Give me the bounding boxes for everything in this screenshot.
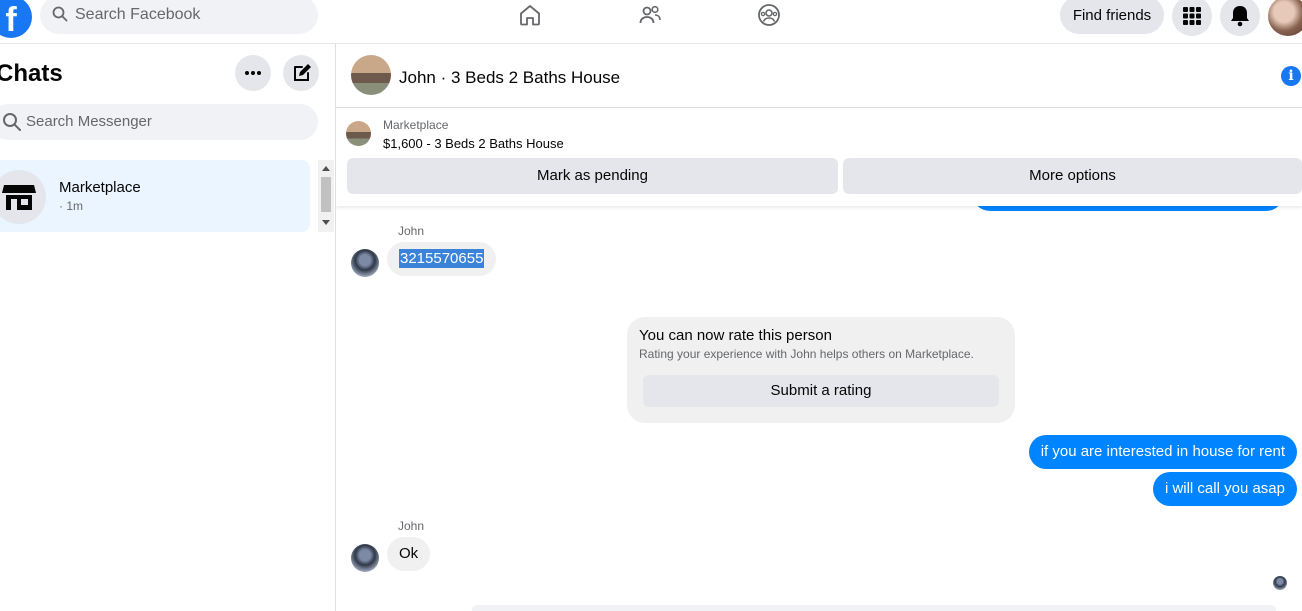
incoming-message-bubble: Ok [387,537,431,571]
seen-indicator-avatar [1273,576,1287,590]
top-navigation-bar: f Search Facebook Find friends [0,0,1302,44]
compose-icon [294,64,311,81]
rating-prompt-card: You can now rate this person Rating your… [627,317,1015,423]
outgoing-message-bubble: if you are interested in house for rent [1028,435,1297,469]
search-icon [52,6,68,22]
conversation-header: John · 3 Beds 2 Baths House i [336,44,1302,108]
listing-thumbnail[interactable] [346,121,371,146]
new-message-button[interactable] [283,55,319,91]
rating-prompt-title: You can now rate this person [639,327,832,344]
sidebar-scrollbar[interactable] [318,160,334,232]
sender-avatar[interactable] [351,249,379,277]
chat-name: Marketplace [59,179,141,196]
scroll-up-arrow-icon[interactable] [322,166,330,171]
incoming-message-bubble: 3215570655 [387,242,497,276]
find-friends-button[interactable]: Find friends [1060,0,1164,34]
more-dots-icon [245,71,261,75]
notifications-button[interactable] [1220,0,1260,36]
chats-title: Chats [0,60,63,87]
facebook-logo[interactable]: f [0,0,32,39]
search-facebook-placeholder: Search Facebook [75,6,201,23]
phone-number-text[interactable]: 3215570655 [399,249,485,268]
menu-button[interactable] [1172,0,1212,36]
message-sender-name: John [398,224,425,238]
groups-icon[interactable] [757,3,781,27]
search-facebook-input[interactable]: Search Facebook [40,0,318,34]
outgoing-message-bubble: i will call you asap [1152,472,1297,506]
search-messenger-placeholder: Search Messenger [26,113,152,130]
scroll-down-arrow-icon[interactable] [322,220,330,225]
mark-as-pending-button[interactable]: Mark as pending [347,158,838,194]
search-icon [3,113,21,131]
friends-icon[interactable] [638,3,662,27]
message-bubble-partial [472,605,1276,611]
submit-rating-button[interactable]: Submit a rating [643,375,999,407]
marketplace-listing-banner: Marketplace $1,600 - 3 Beds 2 Baths Hous… [336,108,1302,206]
marketplace-label: Marketplace [383,118,449,132]
chat-options-button[interactable] [235,55,271,91]
conversation-avatar[interactable] [351,55,391,95]
bell-icon [1231,6,1249,27]
info-icon[interactable]: i [1281,66,1301,86]
grid-menu-icon [1183,7,1201,25]
marketplace-store-icon [2,185,36,210]
scrollbar-thumb[interactable] [321,177,331,212]
chat-timestamp: · 1m [59,199,83,213]
rating-prompt-subtitle: Rating your experience with John helps o… [639,347,974,361]
conversation-panel: John · 3 Beds 2 Baths House i Marketplac… [336,44,1302,611]
chat-list-item[interactable]: Marketplace · 1m [0,160,310,232]
more-options-button[interactable]: More options [843,158,1302,194]
home-icon[interactable] [518,3,542,27]
marketplace-avatar [0,170,46,224]
sender-avatar[interactable] [351,544,379,572]
chats-sidebar: Chats Search Messenger Marketplace · 1m [0,44,336,611]
listing-title[interactable]: $1,600 - 3 Beds 2 Baths House [383,136,564,151]
conversation-title[interactable]: John · 3 Beds 2 Baths House [399,68,620,88]
account-avatar[interactable] [1268,0,1302,36]
message-sender-name: John [398,519,425,533]
search-messenger-input[interactable]: Search Messenger [0,104,318,140]
